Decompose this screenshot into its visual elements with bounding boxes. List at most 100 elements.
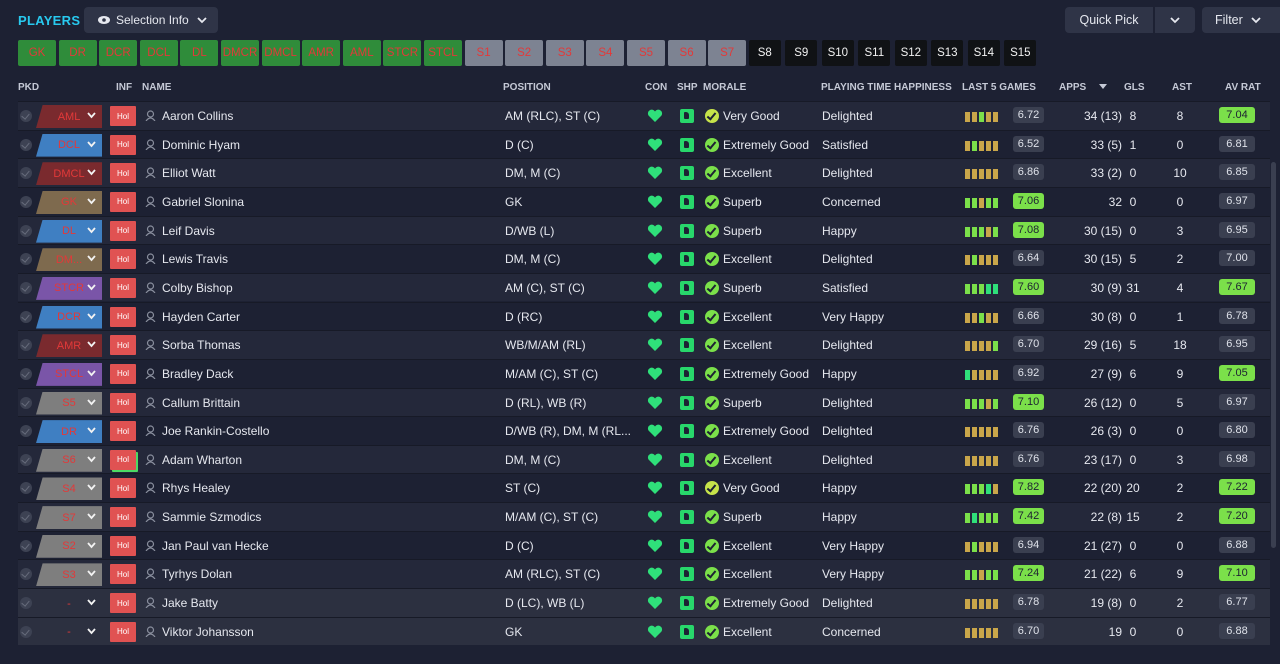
info-badge[interactable]: Hol [110, 335, 136, 356]
position-slot-stcr[interactable]: STCR [383, 40, 422, 66]
picked-check-icon[interactable] [20, 625, 32, 638]
players-table[interactable]: AML Hol Aaron Collins AM (RLC), ST (C) Very … [18, 101, 1270, 664]
col-inf[interactable]: INF [116, 82, 132, 93]
position-slot-aml[interactable]: AML [342, 40, 381, 66]
info-badge[interactable]: Hol [110, 191, 136, 212]
position-dropdown[interactable]: DCR [36, 305, 102, 329]
player-name[interactable]: Bradley Dack [162, 367, 233, 381]
position-slot-s9[interactable]: S9 [785, 40, 818, 66]
selection-info-button[interactable]: Selection Info [84, 7, 218, 33]
info-badge[interactable]: Hol [110, 621, 136, 642]
table-row[interactable]: S4 Hol Rhys Healey ST (C) Very Good Happy 7.82… [18, 473, 1270, 503]
player-name[interactable]: Rhys Healey [162, 481, 230, 495]
position-slot-s13[interactable]: S13 [931, 40, 964, 66]
vertical-scrollbar[interactable] [1271, 162, 1276, 548]
picked-check-icon[interactable] [20, 453, 32, 466]
player-name[interactable]: Joe Rankin-Costello [162, 424, 269, 438]
info-badge[interactable]: Hol [110, 277, 136, 298]
info-badge[interactable]: Hol [110, 421, 136, 442]
position-slot-gk[interactable]: GK [18, 40, 56, 66]
col-apps[interactable]: APPS [1059, 82, 1086, 93]
position-slot-dcl[interactable]: DCL [139, 40, 178, 66]
col-name[interactable]: NAME [142, 82, 171, 93]
position-slot-dr[interactable]: DR [58, 40, 97, 66]
picked-check-icon[interactable] [20, 396, 32, 409]
position-dropdown[interactable]: - [36, 592, 102, 616]
position-dropdown[interactable]: S4 [36, 477, 102, 501]
player-name[interactable]: Aaron Collins [162, 109, 233, 123]
table-row[interactable]: DM... Hol Lewis Travis DM, M (C) Excellent De… [18, 244, 1270, 273]
player-name[interactable]: Sammie Szmodics [162, 510, 261, 524]
col-position[interactable]: POSITION [503, 82, 551, 93]
col-last-5-games[interactable]: LAST 5 GAMES [962, 82, 1036, 93]
position-dropdown[interactable]: S7 [36, 506, 102, 530]
position-dropdown[interactable]: AMR [36, 334, 102, 358]
table-row[interactable]: DR Hol Joe Rankin-Costello D/WB (R), DM, M … [18, 416, 1270, 445]
info-badge[interactable]: Hol [110, 163, 136, 184]
player-name[interactable]: Lewis Travis [162, 252, 228, 266]
info-badge[interactable]: Hol [110, 564, 136, 585]
table-row[interactable]: AML Hol Aaron Collins AM (RLC), ST (C) Very … [18, 101, 1270, 130]
table-row[interactable]: DCR Hol Hayden Carter D (RC) Excellent Very H… [18, 301, 1270, 331]
picked-check-icon[interactable] [20, 511, 32, 524]
info-badge[interactable]: Hol [110, 306, 136, 327]
table-row[interactable]: S6 Hol Adam Wharton DM, M (C) Excellent Delig… [18, 444, 1270, 474]
position-slot-s7[interactable]: S7 [708, 40, 747, 66]
picked-check-icon[interactable] [20, 281, 32, 294]
picked-check-icon[interactable] [20, 425, 32, 438]
player-name[interactable]: Sorba Thomas [162, 338, 241, 352]
picked-check-icon[interactable] [20, 367, 32, 380]
table-row[interactable]: DCL Hol Dominic Hyam D (C) Extremely Good Sat… [18, 129, 1270, 159]
col-con[interactable]: CON [645, 82, 667, 93]
player-name[interactable]: Gabriel Slonina [162, 195, 244, 209]
position-dropdown[interactable]: S2 [36, 534, 102, 558]
player-name[interactable]: Callum Brittain [162, 396, 240, 410]
table-row[interactable]: STCL Hol Bradley Dack M/AM (C), ST (C) Extre… [18, 358, 1270, 388]
position-dropdown[interactable]: STCR [36, 276, 102, 300]
player-name[interactable]: Elliot Watt [162, 166, 216, 180]
position-slot-s14[interactable]: S14 [967, 40, 1000, 66]
position-slot-s3[interactable]: S3 [545, 40, 584, 66]
picked-check-icon[interactable] [20, 482, 32, 495]
picked-check-icon[interactable] [20, 539, 32, 552]
position-dropdown[interactable]: GK [36, 190, 102, 214]
quick-pick-button[interactable]: Quick Pick [1065, 7, 1153, 33]
info-badge[interactable]: Hol [110, 507, 136, 528]
player-name[interactable]: Hayden Carter [162, 310, 240, 324]
table-row[interactable]: S7 Hol Sammie Szmodics M/AM (C), ST (C) Supe… [18, 502, 1270, 531]
picked-check-icon[interactable] [20, 339, 32, 352]
col-ast[interactable]: AST [1172, 82, 1192, 93]
col-playing-time-happiness[interactable]: PLAYING TIME HAPPINESS [821, 82, 952, 93]
info-badge[interactable]: Hol [110, 249, 136, 270]
player-name[interactable]: Viktor Johansson [162, 625, 254, 639]
position-dropdown[interactable]: DM... [36, 248, 102, 272]
table-row[interactable]: AMR Hol Sorba Thomas WB/M/AM (RL) Excellent D… [18, 330, 1270, 359]
quick-pick-dropdown-button[interactable] [1155, 7, 1195, 33]
position-slot-s8[interactable]: S8 [748, 40, 781, 66]
info-badge[interactable]: Hol [110, 478, 136, 499]
position-dropdown[interactable]: AML [36, 105, 102, 128]
player-name[interactable]: Adam Wharton [162, 453, 242, 467]
picked-check-icon[interactable] [20, 224, 32, 237]
table-row[interactable]: S5 Hol Callum Brittain D (RL), WB (R) Superb… [18, 387, 1270, 417]
col-shp[interactable]: SHP [677, 82, 698, 93]
table-row[interactable]: GK Hol Gabriel Slonina GK Superb Concerned 7.0… [18, 186, 1270, 216]
position-slot-s5[interactable]: S5 [627, 40, 665, 66]
player-name[interactable]: Tyrhys Dolan [162, 567, 232, 581]
position-slot-s10[interactable]: S10 [821, 40, 854, 66]
info-badge[interactable]: Hol [110, 220, 136, 241]
position-slot-s6[interactable]: S6 [667, 40, 706, 66]
picked-check-icon[interactable] [20, 138, 32, 151]
info-badge[interactable]: Hol [110, 392, 136, 413]
table-row[interactable]: S3 Hol Tyrhys Dolan AM (RLC), ST (C) Excelle… [18, 559, 1270, 588]
position-slot-dcr[interactable]: DCR [99, 40, 138, 66]
col-gls[interactable]: GLS [1124, 82, 1145, 93]
player-name[interactable]: Colby Bishop [162, 281, 233, 295]
position-dropdown[interactable]: STCL [36, 362, 102, 386]
player-name[interactable]: Jake Batty [162, 596, 218, 610]
picked-check-icon[interactable] [20, 110, 32, 122]
table-row[interactable]: - Hol Jake Batty D (LC), WB (L) Extremely Go… [18, 588, 1270, 617]
position-dropdown[interactable]: DMCL [36, 162, 102, 186]
table-row[interactable]: DMCL Hol Elliot Watt DM, M (C) Excellent Deli… [18, 158, 1270, 187]
position-dropdown[interactable]: S5 [36, 391, 102, 415]
